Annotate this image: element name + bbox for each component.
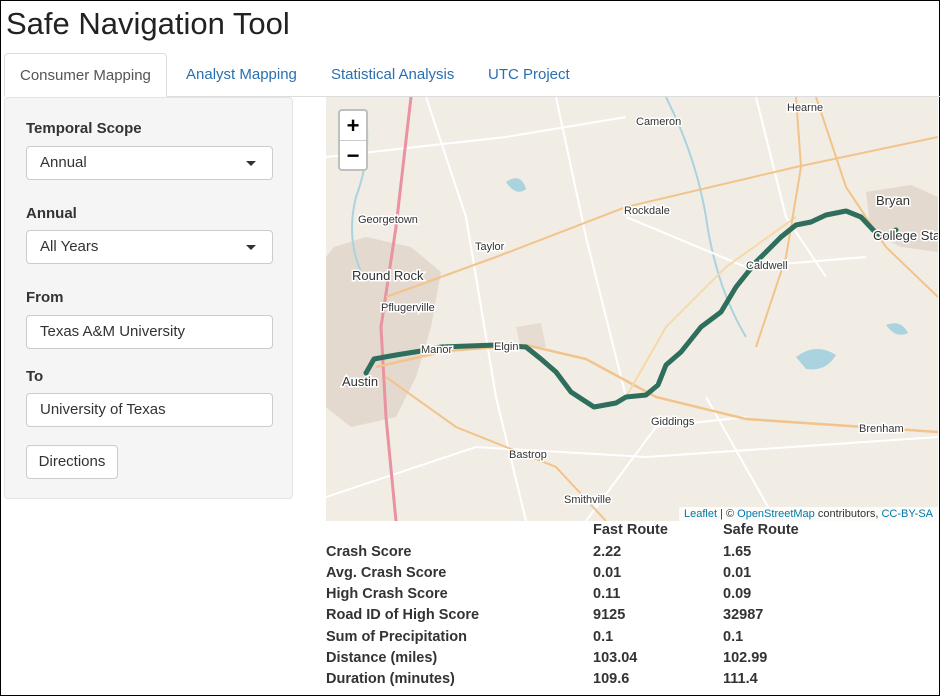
row-label: Crash Score [326,544,412,560]
place-label: Bryan [876,193,910,208]
table-header-row: Fast Route Safe Route [326,522,938,543]
tab-consumer-mapping[interactable]: Consumer Mapping [4,53,167,97]
osm-link[interactable]: OpenStreetMap [737,508,815,520]
annual-value: All Years [40,238,99,255]
safe-value: 111.4 [723,671,758,687]
place-label: Giddings [651,416,695,428]
safe-value: 32987 [723,607,764,623]
fast-value: 0.11 [593,586,621,602]
tab-analyst-mapping[interactable]: Analyst Mapping [171,53,312,96]
safe-value: 0.01 [723,565,752,581]
fast-value: 2.22 [593,544,622,560]
to-label: To [26,368,44,385]
zoom-in-button[interactable]: + [340,111,366,140]
table-row: Crash Score 2.22 1.65 [326,544,938,565]
place-label: Taylor [475,241,505,253]
place-labels: Hearne Cameron Bryan College Sta Georget… [341,101,939,508]
header-fast-route: Fast Route [593,522,668,538]
fast-value: 0.01 [593,565,622,581]
map-canvas: Hearne Cameron Bryan College Sta Georget… [326,97,938,521]
place-label: College Sta [873,228,938,243]
place-label: Elgin [494,341,518,353]
safe-value: 102.99 [723,650,768,666]
safe-value: 0.09 [723,586,752,602]
table-row: High Crash Score 0.11 0.09 [326,586,938,607]
place-label: Bastrop [509,449,547,461]
attribution-contrib: contributors, [814,508,882,520]
from-input[interactable]: Texas A&M University [26,315,273,349]
row-label: Sum of Precipitation [326,629,467,645]
temporal-scope-select[interactable]: Annual [26,146,273,180]
tab-statistical-analysis[interactable]: Statistical Analysis [316,53,469,96]
water-body [506,178,526,192]
tab-utc-project[interactable]: UTC Project [473,53,585,96]
place-label: Caldwell [746,260,788,272]
map-view[interactable]: Hearne Cameron Bryan College Sta Georget… [326,97,938,521]
tab-bar: Consumer Mapping Analyst Mapping Statist… [4,53,940,97]
fast-value: 9125 [593,607,626,623]
place-label: Rockdale [624,205,670,217]
zoom-out-button[interactable]: − [340,141,366,170]
river [665,97,747,338]
map-attribution: Leaflet | © OpenStreetMap contributors, … [678,507,938,521]
place-label: Round Rock [352,268,424,283]
directions-button[interactable]: Directions [26,445,118,479]
row-label: Duration (minutes) [326,671,455,687]
row-label: Distance (miles) [326,650,438,666]
place-label: Hearne [787,102,823,114]
annual-label: Annual [26,205,77,222]
page-title: Safe Navigation Tool [6,6,290,41]
row-label: Avg. Crash Score [326,565,447,581]
table-row: Sum of Precipitation 0.1 0.1 [326,629,938,650]
annual-select[interactable]: All Years [26,230,273,264]
safe-value: 1.65 [723,544,752,560]
license-link[interactable]: CC-BY-SA [881,508,933,520]
table-row: Distance (miles) 103.04 102.99 [326,650,938,671]
caret-down-icon [246,161,256,166]
place-label: Smithville [564,494,611,506]
zoom-control: + − [338,109,368,171]
place-label: Georgetown [358,214,418,226]
temporal-scope-value: Annual [40,154,87,171]
header-safe-route: Safe Route [723,522,799,538]
water-body [796,348,836,370]
row-label: Road ID of High Score [326,607,480,623]
fast-value: 0.1 [593,629,614,645]
sidebar-panel: Temporal Scope Annual Annual All Years F… [4,97,293,499]
fast-value: 103.04 [593,650,638,666]
leaflet-link[interactable]: Leaflet [684,508,717,520]
table-row: Duration (minutes) 109.6 111.4 [326,671,938,692]
attribution-separator: | © [717,508,738,520]
highway-36 [755,97,803,348]
table-row: Avg. Crash Score 0.01 0.01 [326,565,938,586]
from-label: From [26,289,64,306]
place-label: Pflugerville [381,302,435,314]
safe-value: 0.1 [723,629,744,645]
table-row: Road ID of High Score 9125 32987 [326,607,938,628]
fast-value: 109.6 [593,671,630,687]
water-body [886,323,908,335]
to-input[interactable]: University of Texas [26,393,273,427]
place-label: Manor [421,344,453,356]
temporal-scope-label: Temporal Scope [26,120,142,137]
major-roads [375,97,938,521]
route-line [363,208,899,410]
caret-down-icon [246,245,256,250]
place-label: Cameron [636,116,681,128]
place-label: Brenham [859,423,904,435]
place-label: Austin [342,374,378,389]
row-label: High Crash Score [326,586,448,602]
